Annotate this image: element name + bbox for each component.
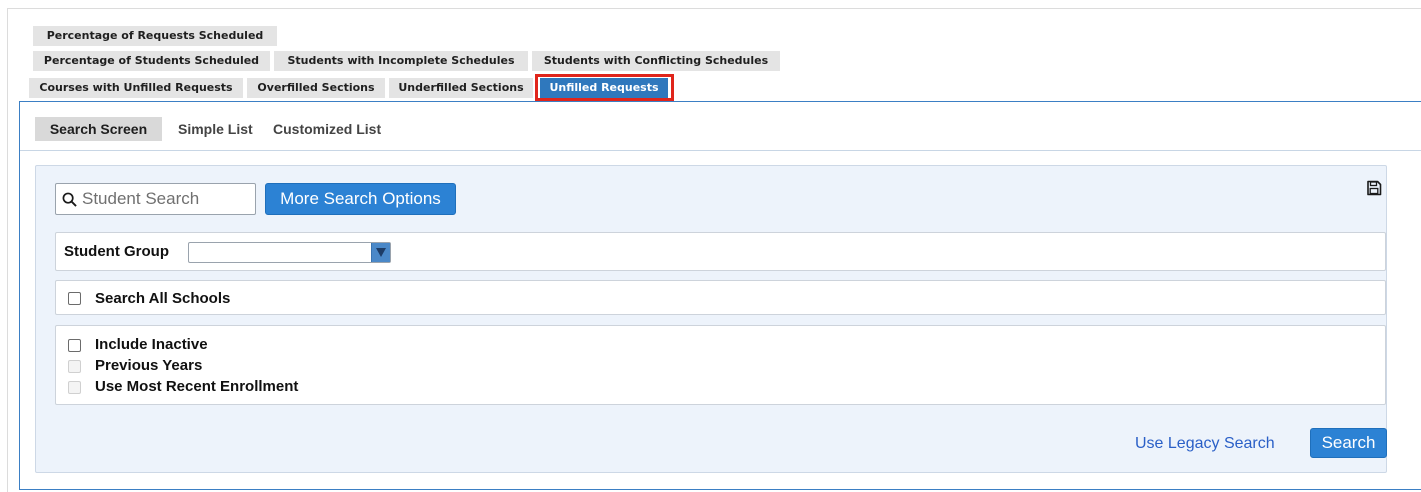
outer-border-top (7, 8, 1421, 9)
tab-students-with-incomplete-schedules[interactable]: Students with Incomplete Schedules (274, 51, 528, 71)
student-group-row: Student Group (55, 232, 1386, 271)
more-search-options-button[interactable]: More Search Options (265, 183, 456, 215)
dropdown-button[interactable] (371, 243, 390, 262)
student-search-field[interactable] (55, 183, 256, 215)
triangle-down-icon (376, 248, 386, 257)
student-search-input[interactable] (82, 185, 252, 213)
previous-years-checkbox (68, 360, 81, 373)
tab-students-with-conflicting-schedules[interactable]: Students with Conflicting Schedules (532, 51, 780, 71)
outer-border-left (7, 8, 8, 492)
previous-years-label: Previous Years (95, 357, 203, 374)
student-group-label: Student Group (64, 243, 169, 260)
enrollment-options-row: Include Inactive Previous Years Use Most… (55, 325, 1386, 405)
search-all-schools-checkbox[interactable] (68, 292, 81, 305)
tab-overfilled-sections[interactable]: Overfilled Sections (247, 78, 385, 98)
tab-courses-with-unfilled-requests[interactable]: Courses with Unfilled Requests (29, 78, 243, 98)
include-inactive-label: Include Inactive (95, 336, 208, 353)
subnav-divider (20, 150, 1421, 151)
subnav-simple-list[interactable]: Simple List (178, 117, 253, 141)
search-all-schools-label: Search All Schools (95, 290, 231, 307)
search-form: More Search Options Student Group Search… (35, 165, 1387, 473)
magnifier-icon (62, 192, 77, 207)
subnav-customized-list[interactable]: Customized List (273, 117, 381, 141)
search-all-schools-row: Search All Schools (55, 280, 1386, 315)
most-recent-enrollment-checkbox (68, 381, 81, 394)
use-legacy-search-link[interactable]: Use Legacy Search (1135, 435, 1275, 453)
tab-percentage-of-requests-scheduled[interactable]: Percentage of Requests Scheduled (33, 26, 277, 46)
student-group-select[interactable] (188, 242, 391, 263)
search-button[interactable]: Search (1310, 428, 1387, 458)
most-recent-enrollment-label: Use Most Recent Enrollment (95, 378, 299, 395)
subnav-search-screen[interactable]: Search Screen (35, 117, 162, 141)
include-inactive-checkbox[interactable] (68, 339, 81, 352)
tab-underfilled-sections[interactable]: Underfilled Sections (389, 78, 533, 98)
tab-percentage-of-students-scheduled[interactable]: Percentage of Students Scheduled (33, 51, 270, 71)
active-tab-highlight (535, 74, 674, 101)
report-panel: Search Screen Simple List Customized Lis… (19, 101, 1421, 490)
floppy-disk-icon[interactable] (1366, 180, 1382, 196)
